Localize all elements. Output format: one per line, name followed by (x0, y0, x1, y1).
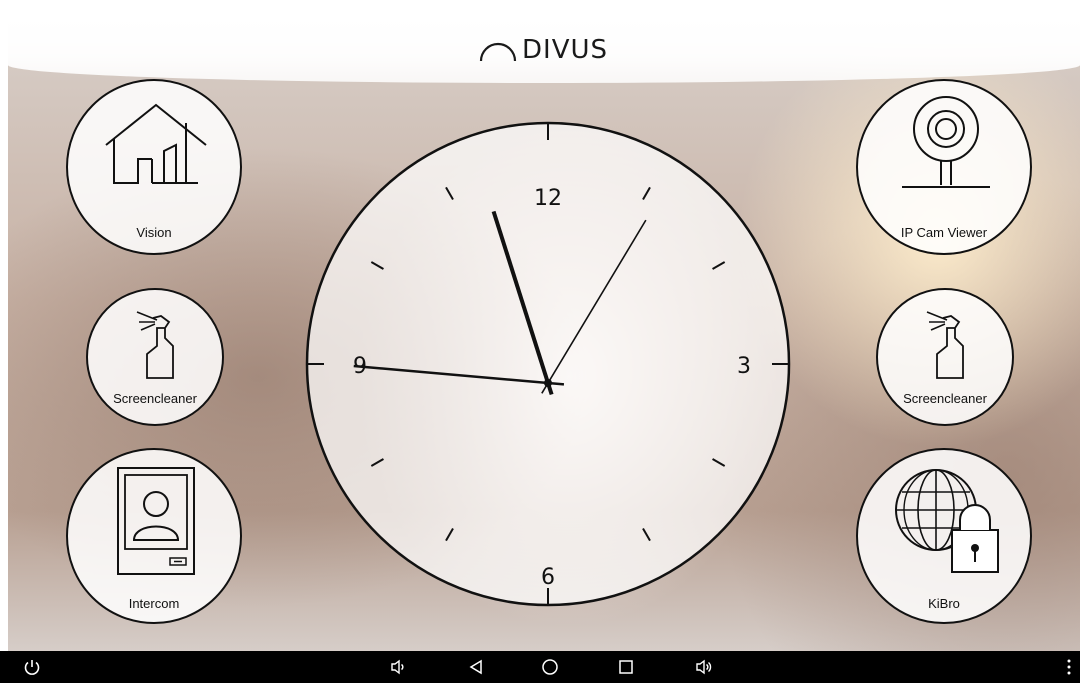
recents-icon (619, 660, 633, 674)
app-vision-label: Vision (136, 225, 172, 240)
brand-name: DIVUS (522, 35, 609, 65)
home-icon (542, 659, 558, 675)
back-icon (469, 659, 482, 675)
home-screen: DIVUS Vision Screencleaner Intercom IP C… (8, 17, 1080, 651)
overflow-menu-button[interactable] (1062, 651, 1076, 683)
divus-logo: DIVUS (478, 34, 608, 66)
analog-clock: 12 3 6 9 (305, 121, 791, 607)
volume-down-button[interactable] (386, 651, 410, 683)
app-intercom-label: Intercom (128, 596, 180, 611)
clock-numeral-6: 6 (541, 565, 555, 590)
clock-numeral-3: 3 (737, 354, 751, 379)
volume-up-icon (696, 659, 712, 675)
app-screencleaner-left-label: Screencleaner (113, 391, 197, 406)
intercom-panel-icon (117, 467, 195, 575)
app-screencleaner-left[interactable]: Screencleaner (86, 288, 224, 426)
app-screencleaner-right-label: Screencleaner (903, 391, 987, 406)
webcam-icon (902, 96, 990, 188)
app-ip-cam-viewer-label: IP Cam Viewer (900, 225, 988, 240)
app-kibro[interactable]: KiBro (856, 448, 1032, 624)
volume-up-button[interactable] (692, 651, 716, 683)
power-button[interactable] (20, 651, 44, 683)
app-intercom[interactable]: Intercom (66, 448, 242, 624)
divus-arc-icon (479, 42, 517, 62)
app-ip-cam-viewer[interactable]: IP Cam Viewer (856, 79, 1032, 255)
clock-numeral-12: 12 (534, 186, 562, 211)
recents-button[interactable] (614, 651, 638, 683)
header-bar: DIVUS (8, 17, 1080, 83)
app-vision[interactable]: Vision (66, 79, 242, 255)
back-button[interactable] (464, 651, 488, 683)
spray-bottle-icon (136, 311, 174, 379)
clock-center-pin (544, 379, 552, 387)
globe-lock-icon (895, 469, 999, 573)
volume-down-icon (391, 659, 404, 675)
house-icon (105, 103, 207, 184)
app-screencleaner-right[interactable]: Screencleaner (876, 288, 1014, 426)
home-button[interactable] (538, 651, 562, 683)
spray-bottle-icon (926, 311, 964, 379)
power-icon (24, 660, 40, 675)
system-navigation-bar (0, 651, 1080, 683)
app-kibro-label: KiBro (928, 596, 960, 611)
overflow-menu-icon (1067, 659, 1071, 675)
